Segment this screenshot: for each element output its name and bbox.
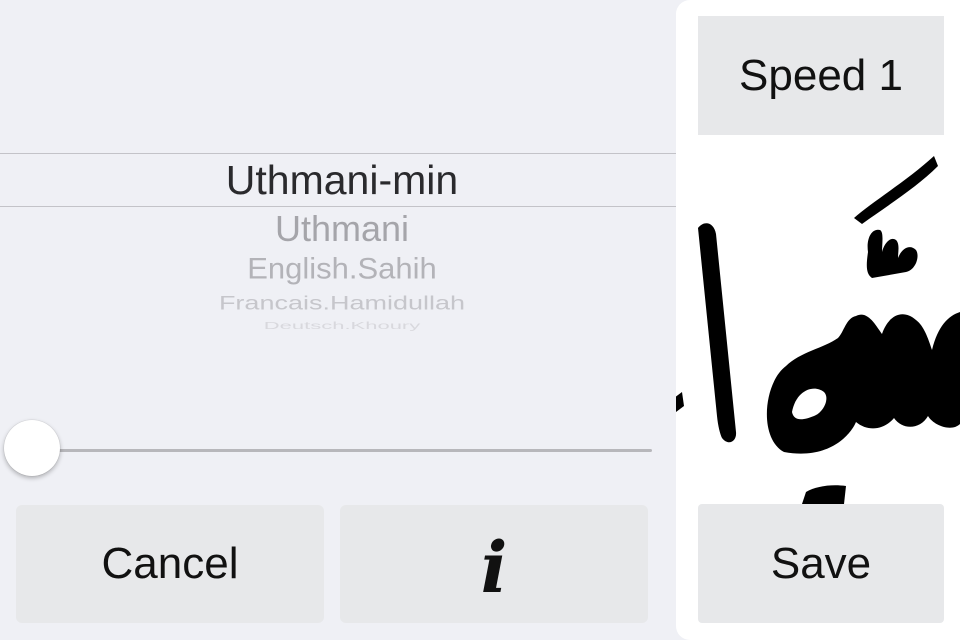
picker-selection-bottom-line	[0, 206, 676, 207]
picker-item-francais-hamidullah[interactable]: Francais.Hamidullah	[0, 293, 676, 313]
cancel-button-label: Cancel	[101, 539, 239, 588]
preview-panel: Speed 1 Save	[676, 0, 960, 640]
save-button[interactable]: Save	[698, 504, 944, 623]
slider-thumb[interactable]	[4, 420, 60, 476]
picker-selection-top-line	[0, 153, 676, 154]
speed-slider[interactable]	[4, 418, 654, 478]
speed-button[interactable]: Speed 1	[698, 16, 944, 135]
info-icon: i	[480, 526, 508, 609]
speed-button-label: Speed 1	[739, 50, 903, 100]
save-button-label: Save	[770, 538, 872, 588]
calligraphy-drawing	[676, 156, 960, 504]
settings-panel: Uthmani-min Uthmani English.Sahih Franca…	[0, 0, 676, 640]
picker-item-deutsch-khoury[interactable]: Deutsch.Khoury	[0, 321, 676, 331]
picker-item-uthmani[interactable]: Uthmani	[0, 209, 676, 249]
cancel-button[interactable]: Cancel	[16, 505, 324, 623]
allah-calligraphy-icon	[676, 140, 960, 504]
picker-item-english-sahih[interactable]: English.Sahih	[0, 252, 676, 285]
slider-track[interactable]	[32, 449, 652, 452]
translation-picker[interactable]: Uthmani-min Uthmani English.Sahih Franca…	[0, 130, 676, 340]
quran-settings-screen: Uthmani-min Uthmani English.Sahih Franca…	[0, 0, 960, 640]
info-button[interactable]: i	[340, 505, 648, 623]
picker-item-selected[interactable]: Uthmani-min	[0, 157, 676, 203]
